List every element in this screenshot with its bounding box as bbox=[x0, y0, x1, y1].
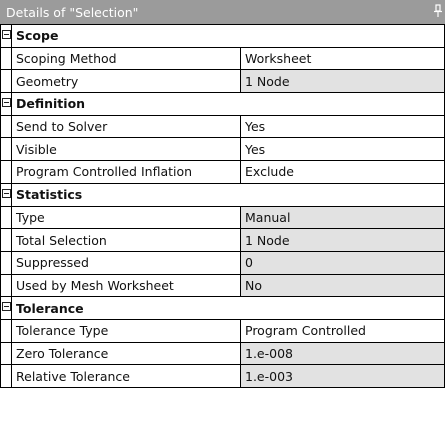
property-name: Geometry bbox=[12, 70, 241, 93]
property-name: Tolerance Type bbox=[12, 319, 241, 342]
collapse-minus-icon[interactable] bbox=[2, 98, 11, 108]
property-row[interactable]: Suppressed 0 bbox=[0, 250, 445, 274]
property-name: Type bbox=[12, 206, 241, 229]
property-value: No bbox=[241, 274, 445, 297]
group-label: Statistics bbox=[12, 183, 445, 206]
property-row[interactable]: Type Manual bbox=[0, 205, 445, 229]
property-name: Zero Tolerance bbox=[12, 342, 241, 365]
details-panel: Details of "Selection" Scope Scoping Met… bbox=[0, 0, 445, 438]
group-label: Definition bbox=[12, 93, 445, 115]
property-value[interactable]: Program Controlled bbox=[241, 319, 445, 342]
property-value[interactable]: Yes bbox=[241, 138, 445, 161]
pin-icon[interactable] bbox=[433, 4, 443, 18]
property-value[interactable]: Exclude bbox=[241, 161, 445, 183]
property-value[interactable]: Yes bbox=[241, 115, 445, 138]
property-row[interactable]: Relative Tolerance 1.e-003 bbox=[0, 364, 445, 387]
property-name: Program Controlled Inflation bbox=[12, 161, 241, 183]
property-value[interactable]: Worksheet bbox=[241, 47, 445, 70]
group-header-tolerance[interactable]: Tolerance bbox=[0, 296, 445, 319]
properties-grid: Scope Scoping Method Worksheet Geometry … bbox=[0, 24, 445, 388]
panel-titlebar[interactable]: Details of "Selection" bbox=[0, 0, 445, 24]
property-row[interactable]: Geometry 1 Node bbox=[0, 69, 445, 93]
property-name: Relative Tolerance bbox=[12, 365, 241, 387]
property-row[interactable]: Zero Tolerance 1.e-008 bbox=[0, 341, 445, 365]
property-row[interactable]: Tolerance Type Program Controlled bbox=[0, 318, 445, 342]
property-value: Manual bbox=[241, 206, 445, 229]
group-label: Scope bbox=[12, 25, 445, 47]
property-name: Scoping Method bbox=[12, 47, 241, 70]
property-name: Send to Solver bbox=[12, 115, 241, 138]
property-value: 1 Node bbox=[241, 229, 445, 251]
group-label: Tolerance bbox=[12, 297, 445, 319]
collapse-minus-icon[interactable] bbox=[2, 30, 11, 39]
property-name: Visible bbox=[12, 138, 241, 161]
property-value: 1.e-003 bbox=[241, 365, 445, 387]
group-header-statistics[interactable]: Statistics bbox=[0, 182, 445, 206]
panel-title: Details of "Selection" bbox=[6, 4, 139, 20]
property-row[interactable]: Send to Solver Yes bbox=[0, 114, 445, 138]
property-name: Used by Mesh Worksheet bbox=[12, 274, 241, 297]
collapse-minus-icon[interactable] bbox=[2, 188, 11, 198]
collapse-minus-icon[interactable] bbox=[2, 302, 11, 312]
property-name: Total Selection bbox=[12, 229, 241, 251]
property-value: 1.e-008 bbox=[241, 342, 445, 365]
property-row[interactable]: Used by Mesh Worksheet No bbox=[0, 273, 445, 297]
property-value: 0 bbox=[241, 251, 445, 274]
property-row[interactable]: Program Controlled Inflation Exclude bbox=[0, 160, 445, 183]
property-row[interactable]: Visible Yes bbox=[0, 137, 445, 161]
property-row[interactable]: Total Selection 1 Node bbox=[0, 228, 445, 251]
property-value: 1 Node bbox=[241, 70, 445, 93]
group-header-definition[interactable]: Definition bbox=[0, 92, 445, 115]
group-header-scope[interactable]: Scope bbox=[0, 24, 445, 47]
property-row[interactable]: Scoping Method Worksheet bbox=[0, 46, 445, 70]
property-name: Suppressed bbox=[12, 251, 241, 274]
